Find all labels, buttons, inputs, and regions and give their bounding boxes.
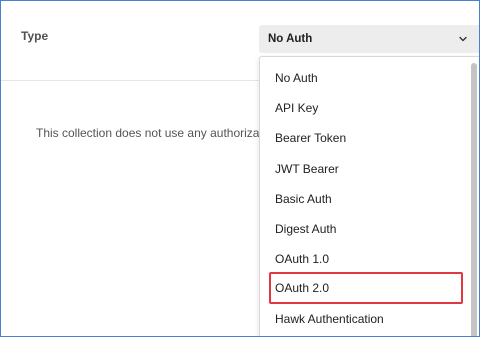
divider — [1, 80, 261, 81]
auth-type-select[interactable]: No Auth — [259, 25, 479, 53]
option-bearer-token[interactable]: Bearer Token — [269, 125, 463, 151]
option-jwt-bearer[interactable]: JWT Bearer — [269, 156, 463, 182]
option-digest-auth[interactable]: Digest Auth — [269, 216, 463, 242]
dropdown-scrollbar-thumb[interactable] — [471, 63, 477, 336]
type-label: Type — [21, 29, 49, 43]
option-oauth-1[interactable]: OAuth 1.0 — [269, 246, 463, 272]
auth-type-selected-value: No Auth — [268, 33, 313, 45]
option-oauth-2[interactable]: OAuth 2.0 — [269, 272, 463, 304]
option-hawk-authentication[interactable]: Hawk Authentication — [269, 306, 463, 332]
option-basic-auth[interactable]: Basic Auth — [269, 186, 463, 212]
option-api-key[interactable]: API Key — [269, 95, 463, 121]
chevron-down-icon — [459, 36, 467, 42]
authorization-panel: Type This collection does not use any au… — [0, 0, 480, 337]
auth-type-dropdown-menu: No Auth API Key Bearer Token JWT Bearer … — [259, 56, 479, 336]
option-no-auth[interactable]: No Auth — [269, 65, 463, 91]
empty-state-message: This collection does not use any authori… — [36, 126, 260, 140]
